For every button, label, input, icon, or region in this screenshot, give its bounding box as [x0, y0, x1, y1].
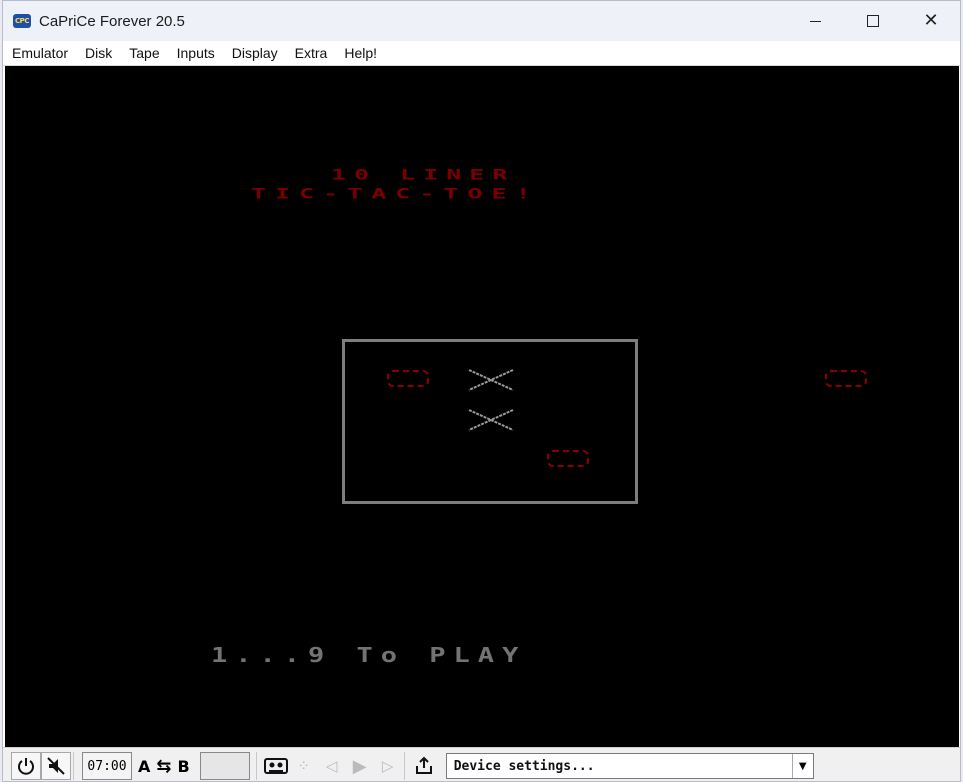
x-mark-cell-5 [468, 409, 514, 431]
title-bar: CPC CaPriCe Forever 20.5 ✕ [3, 1, 960, 41]
play-icon: ▶ [352, 755, 367, 777]
rewind-button[interactable]: ⁘ [290, 752, 318, 780]
separator [403, 752, 408, 780]
menu-emulator[interactable]: Emulator [3, 45, 76, 61]
emulator-screen[interactable]: 10 LINER TIC-TAC-TOE! 1...9 To PLAY [5, 66, 959, 747]
dropdown-arrow-icon[interactable]: ▼ [791, 754, 813, 778]
export-icon [415, 756, 432, 774]
mute-button[interactable] [41, 752, 71, 780]
o-mark-cell-1 [387, 370, 429, 387]
drive-b-label[interactable]: B [177, 757, 189, 776]
separator [73, 752, 77, 780]
swap-icon[interactable]: ⇆ [156, 756, 171, 777]
mute-icon [47, 757, 65, 775]
menu-tape[interactable]: Tape [120, 45, 167, 61]
menu-disk[interactable]: Disk [76, 45, 120, 61]
drive-b-slot[interactable] [199, 752, 250, 780]
game-board [342, 339, 638, 504]
o-mark-cell-9 [547, 450, 589, 467]
play-button[interactable]: ▶ [346, 752, 374, 780]
back-button[interactable]: ◁ [318, 752, 346, 780]
menu-extra[interactable]: Extra [286, 45, 336, 61]
next-mark-indicator [825, 370, 867, 387]
forward-button[interactable]: ▷ [374, 752, 402, 780]
maximize-button[interactable] [844, 1, 902, 41]
device-settings-select[interactable]: Device settings... ▼ [445, 753, 814, 779]
status-bar: 07:00 A ⇆ B ⁘ ◁ ▶ ▷ Device settings... ▼ [3, 747, 960, 781]
drive-a-label[interactable]: A [138, 757, 150, 776]
back-icon: ◁ [325, 757, 338, 775]
rewind-icon: ⁘ [297, 757, 310, 775]
minimize-icon [809, 20, 821, 22]
menu-display[interactable]: Display [223, 45, 286, 61]
app-window: CPC CaPriCe Forever 20.5 ✕ Emulator Disk… [2, 0, 961, 782]
window-title: CaPriCe Forever 20.5 [39, 12, 185, 30]
minimize-button[interactable] [786, 1, 844, 41]
menu-help[interactable]: Help! [335, 45, 385, 61]
power-icon [18, 758, 34, 775]
forward-icon: ▷ [381, 757, 394, 775]
menu-inputs[interactable]: Inputs [168, 45, 223, 61]
game-title-line2: TIC-TAC-TOE! [251, 186, 540, 202]
cassette-button[interactable] [262, 752, 290, 780]
export-button[interactable] [410, 752, 438, 780]
time-display: 07:00 [82, 752, 132, 780]
game-title-line1: 10 LINER [331, 167, 516, 183]
menu-bar: Emulator Disk Tape Inputs Display Extra … [3, 41, 960, 66]
close-icon: ✕ [923, 10, 939, 31]
app-icon: CPC [13, 14, 31, 28]
separator [255, 752, 260, 780]
device-settings-value: Device settings... [453, 758, 595, 774]
maximize-icon [867, 15, 879, 27]
x-mark-cell-2 [468, 369, 514, 391]
play-prompt: 1...9 To PLAY [211, 644, 527, 668]
power-button[interactable] [11, 752, 41, 780]
cassette-icon [263, 758, 288, 774]
close-button[interactable]: ✕ [902, 1, 960, 41]
